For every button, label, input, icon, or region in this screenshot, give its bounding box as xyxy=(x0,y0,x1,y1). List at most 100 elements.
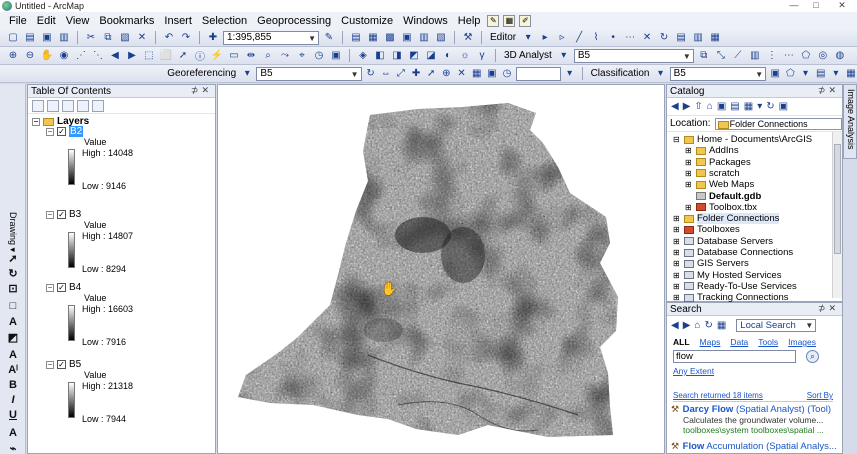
expand-icon[interactable]: ⊞ xyxy=(673,259,681,268)
list-by-drawing-order-icon[interactable] xyxy=(32,99,44,112)
forward-icon[interactable]: ▶ xyxy=(125,49,139,63)
layer-visibility-checkbox[interactable]: ✓ xyxy=(57,210,66,219)
chevron-down-icon[interactable]: ▾ xyxy=(241,67,253,81)
layer-visibility-checkbox[interactable]: ✓ xyxy=(57,283,66,292)
draw-polygon-icon[interactable]: ⬠ xyxy=(784,67,796,81)
search-result[interactable]: ⚒ Darcy Flow (Spatial Analyst) (Tool) Ca… xyxy=(671,404,839,435)
identify-icon[interactable]: ⓘ xyxy=(193,49,207,63)
collapse-icon[interactable]: − xyxy=(46,283,54,292)
pan-icon[interactable]: ✋ xyxy=(40,49,54,63)
expand-icon[interactable]: ⊞ xyxy=(685,146,693,155)
line-color-icon[interactable]: ⌁ xyxy=(6,442,20,454)
search-scope-combo[interactable]: Local Search ▼ xyxy=(736,318,817,332)
collapse-icon[interactable]: − xyxy=(32,117,40,126)
options-icon[interactable] xyxy=(92,99,104,112)
catalog-item[interactable]: ⊞ My Hosted Services xyxy=(673,270,781,281)
refresh-icon[interactable]: ↻ xyxy=(704,320,712,331)
expand-icon[interactable]: ⊞ xyxy=(673,214,681,223)
georeferencing-menu[interactable]: Georeferencing xyxy=(165,68,238,79)
collapse-icon[interactable]: ⊟ xyxy=(673,135,681,144)
copy-icon[interactable]: ⧉ xyxy=(101,31,115,45)
tab-tools[interactable]: Tools xyxy=(758,337,778,347)
location-field[interactable]: Folder Connections xyxy=(714,117,842,130)
catalog-item[interactable]: ⊞ AddIns xyxy=(685,145,739,156)
underline-icon[interactable]: U xyxy=(6,409,20,422)
tool-icon[interactable]: ⚒ xyxy=(461,31,475,45)
effects-icon[interactable]: ◩ xyxy=(407,49,421,63)
collapse-icon[interactable]: − xyxy=(46,210,54,219)
chevron-down-icon[interactable]: ▾ xyxy=(830,67,842,81)
search-result-count[interactable]: Search returned 18 items xyxy=(673,391,763,400)
line-of-sight-icon[interactable]: ⟋ xyxy=(731,49,745,63)
layer-b4[interactable]: − ✓ B4 Value High : 16603 Low : 7916 xyxy=(46,282,206,349)
expand-icon[interactable]: ⊞ xyxy=(673,225,681,234)
measure-icon[interactable]: ⇹ xyxy=(244,49,258,63)
delete-icon[interactable]: ✕ xyxy=(135,31,149,45)
auto-adjust-icon[interactable]: ◷ xyxy=(501,67,513,81)
swipe-icon[interactable]: ◧ xyxy=(373,49,387,63)
catalog-scrollbar[interactable] xyxy=(832,132,842,298)
up-one-level-icon[interactable]: ⇧ xyxy=(694,101,702,112)
italic-icon[interactable]: I xyxy=(6,394,20,407)
3d-analyst-layer-combo[interactable]: B5 ▼ xyxy=(573,48,694,63)
globe-icon[interactable]: ◍ xyxy=(833,49,847,63)
html-popup-icon[interactable]: ▭ xyxy=(227,49,241,63)
expand-icon[interactable]: ⊞ xyxy=(673,237,681,246)
full-extent-icon[interactable]: ◉ xyxy=(57,49,71,63)
catalog-item[interactable]: ⊞ Toolboxes xyxy=(673,224,740,235)
list-by-visibility-icon[interactable] xyxy=(62,99,74,112)
georeferencing-layer-combo[interactable]: B5 ▼ xyxy=(256,66,362,81)
python-icon[interactable]: ▥ xyxy=(417,31,431,45)
model-builder-icon[interactable]: ✐ xyxy=(519,14,532,27)
cut-icon[interactable]: ✂ xyxy=(84,31,98,45)
hyperlink-icon[interactable]: ⚡ xyxy=(210,49,224,63)
scale-raster-icon[interactable]: ⤢ xyxy=(395,67,407,81)
chevron-down-icon[interactable]: ▾ xyxy=(557,49,571,63)
time-slider-icon[interactable]: ◷ xyxy=(312,49,326,63)
catalog-item[interactable]: ⊞ Ready-To-Use Services xyxy=(673,281,797,292)
select-link-icon[interactable]: ➚ xyxy=(425,67,437,81)
model-builder-window-icon[interactable]: ▧ xyxy=(434,31,448,45)
layer-b2[interactable]: − ✓ B2 Value High : 14048 Low : 9146 xyxy=(46,126,206,193)
catalog-item[interactable]: ⊞ scratch xyxy=(685,168,740,179)
print-icon[interactable]: ▥ xyxy=(57,31,71,45)
transparency-icon[interactable]: ◪ xyxy=(424,49,438,63)
menu-view[interactable]: View xyxy=(61,15,95,27)
editor-toolbar-icon[interactable]: ✎ xyxy=(322,31,336,45)
rotate-icon[interactable]: ↻ xyxy=(657,31,671,45)
python-window-icon[interactable]: ▦ xyxy=(503,14,516,27)
interpolate-point-icon[interactable]: ⋮ xyxy=(765,49,779,63)
tab-data[interactable]: Data xyxy=(730,337,748,347)
tab-maps[interactable]: Maps xyxy=(700,337,721,347)
fixed-zoom-out-icon[interactable]: ⋱ xyxy=(91,49,105,63)
edit-annotation-icon[interactable]: ▹ xyxy=(555,31,569,45)
layer-name[interactable]: B4 xyxy=(69,282,81,293)
options-icon[interactable]: ▦ xyxy=(845,67,857,81)
menu-geoprocessing[interactable]: Geoprocessing xyxy=(252,15,336,27)
forward-icon[interactable]: ▶ xyxy=(683,101,691,112)
contour-icon[interactable]: ⧉ xyxy=(697,49,711,63)
tool-icon[interactable]: ▾ xyxy=(564,67,576,81)
catalog-item[interactable]: ⊞ Database Connections xyxy=(673,247,793,258)
back-icon[interactable]: ◀ xyxy=(671,320,679,331)
trace-icon[interactable]: ⌇ xyxy=(589,31,603,45)
close-button[interactable]: ✕ xyxy=(827,0,857,12)
go-to-xy-icon[interactable]: ⌖ xyxy=(295,49,309,63)
search-icon[interactable]: ⌕ xyxy=(806,350,819,363)
save-icon[interactable]: ▣ xyxy=(40,31,54,45)
catalog-window-icon[interactable]: ▦ xyxy=(366,31,380,45)
select-elements-icon[interactable]: ➚ xyxy=(6,252,20,265)
expand-icon[interactable]: ⊞ xyxy=(673,293,681,302)
chevron-down-icon[interactable]: ▾ xyxy=(654,67,666,81)
expand-icon[interactable]: ⊞ xyxy=(673,282,681,291)
select-elements-icon[interactable]: ➚ xyxy=(176,49,190,63)
catalog-item[interactable]: ⊞ Database Servers xyxy=(673,236,773,247)
attributes-icon[interactable]: ▤ xyxy=(674,31,688,45)
list-by-source-icon[interactable] xyxy=(47,99,59,112)
menu-help[interactable]: Help xyxy=(453,15,486,27)
zoom-whole-page-icon[interactable]: ⊡ xyxy=(6,282,20,295)
point-icon[interactable]: • xyxy=(606,31,620,45)
brightness-icon[interactable]: ☼ xyxy=(458,49,472,63)
classification-layer-combo[interactable]: B5 ▼ xyxy=(669,66,767,81)
back-icon[interactable]: ◀ xyxy=(671,101,679,112)
